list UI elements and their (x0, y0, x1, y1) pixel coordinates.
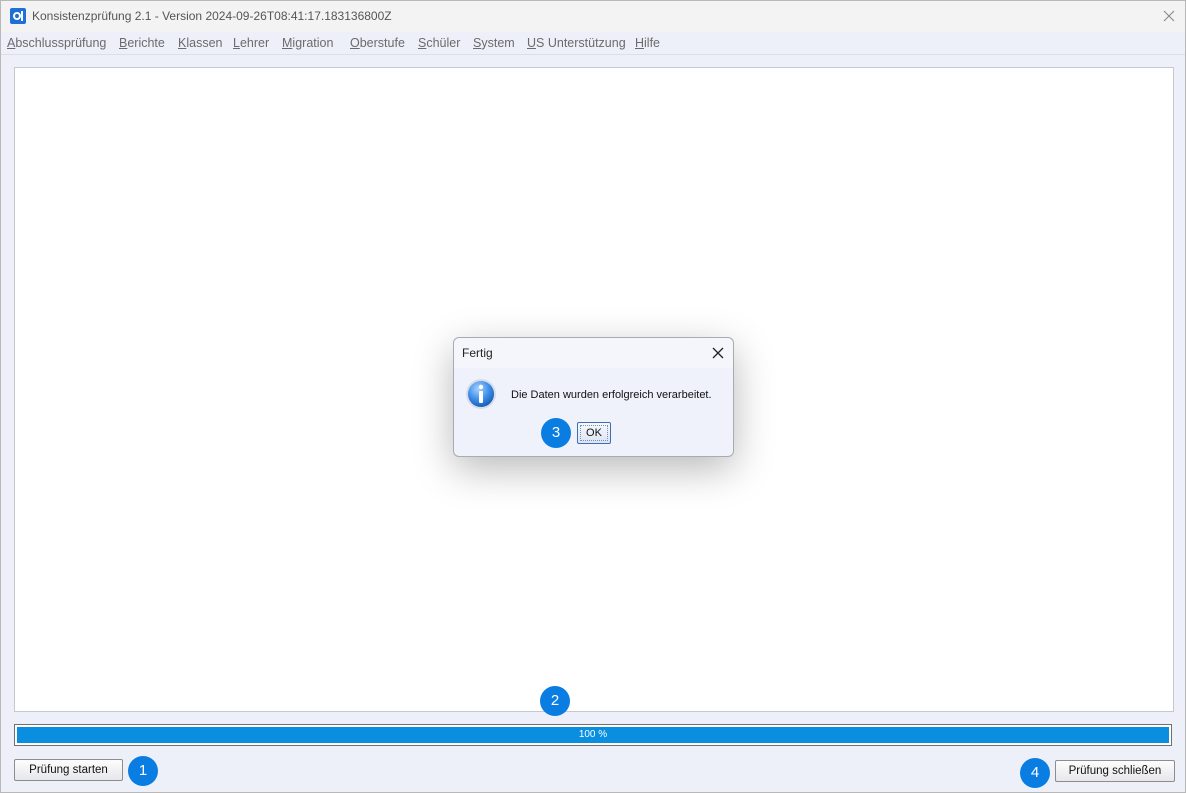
step-badge-3: 3 (541, 418, 571, 448)
menu-oberstufe[interactable]: Oberstufe (350, 36, 405, 50)
menu-mnemonic: H (635, 36, 645, 50)
start-check-button[interactable]: Prüfung starten (14, 759, 123, 781)
menu-label: ilfe (644, 36, 661, 50)
menu-migration[interactable]: Migration (282, 36, 333, 50)
progress-label: 100 % (578, 729, 608, 740)
menu-us-unterstuetzung[interactable]: US Unterstützung (527, 36, 626, 50)
menu-bar: Abschlussprüfung Berichte Klassen Lehrer… (1, 32, 1185, 55)
dialog-title: Fertig (462, 346, 493, 360)
menu-mnemonic: U (527, 36, 537, 50)
menu-berichte[interactable]: Berichte (119, 36, 165, 50)
menu-abschlusspruefung[interactable]: Abschlussprüfung (7, 36, 106, 50)
menu-klassen[interactable]: Klassen (178, 36, 222, 50)
window-title: Konsistenzprüfung 2.1 - Version 2024-09-… (32, 9, 392, 23)
menu-label: chüler (426, 36, 461, 50)
menu-label: ehrer (239, 36, 270, 50)
menu-hilfe[interactable]: Hilfe (635, 36, 660, 50)
dialog-close-button[interactable] (709, 344, 727, 362)
app-logo-icon (10, 8, 26, 24)
menu-label: erichte (127, 36, 165, 50)
menu-system[interactable]: System (473, 36, 515, 50)
step-badge-4: 4 (1020, 758, 1050, 788)
menu-label: lassen (186, 36, 223, 50)
menu-label: ystem (481, 36, 515, 50)
menu-label: S Unterstützung (536, 36, 626, 50)
menu-schueler[interactable]: Schüler (418, 36, 460, 50)
step-badge-2: 2 (540, 686, 570, 716)
title-bar: Konsistenzprüfung 2.1 - Version 2024-09-… (1, 1, 1185, 32)
progress-bar: 100 % (14, 724, 1172, 746)
ok-button[interactable]: OK (577, 422, 611, 444)
menu-mnemonic: O (350, 36, 360, 50)
menu-label: igration (292, 36, 334, 50)
menu-mnemonic: M (282, 36, 293, 50)
dialog-message: Die Daten wurden erfolgreich verarbeitet… (511, 389, 712, 401)
close-icon (712, 347, 724, 359)
close-check-button[interactable]: Prüfung schließen (1055, 760, 1175, 782)
menu-label: berstufe (359, 36, 405, 50)
step-badge-1: 1 (128, 756, 158, 786)
info-dialog: Fertig Die Daten wurden erfolgreich vera… (453, 337, 734, 457)
dialog-title-bar: Fertig (454, 338, 733, 368)
menu-mnemonic: L (233, 36, 240, 50)
menu-lehrer[interactable]: Lehrer (233, 36, 269, 50)
close-icon (1163, 10, 1175, 22)
main-window: Konsistenzprüfung 2.1 - Version 2024-09-… (0, 0, 1186, 793)
info-icon (466, 379, 496, 409)
window-close-button[interactable] (1155, 1, 1185, 31)
menu-label: bschlussprüfung (15, 36, 107, 50)
